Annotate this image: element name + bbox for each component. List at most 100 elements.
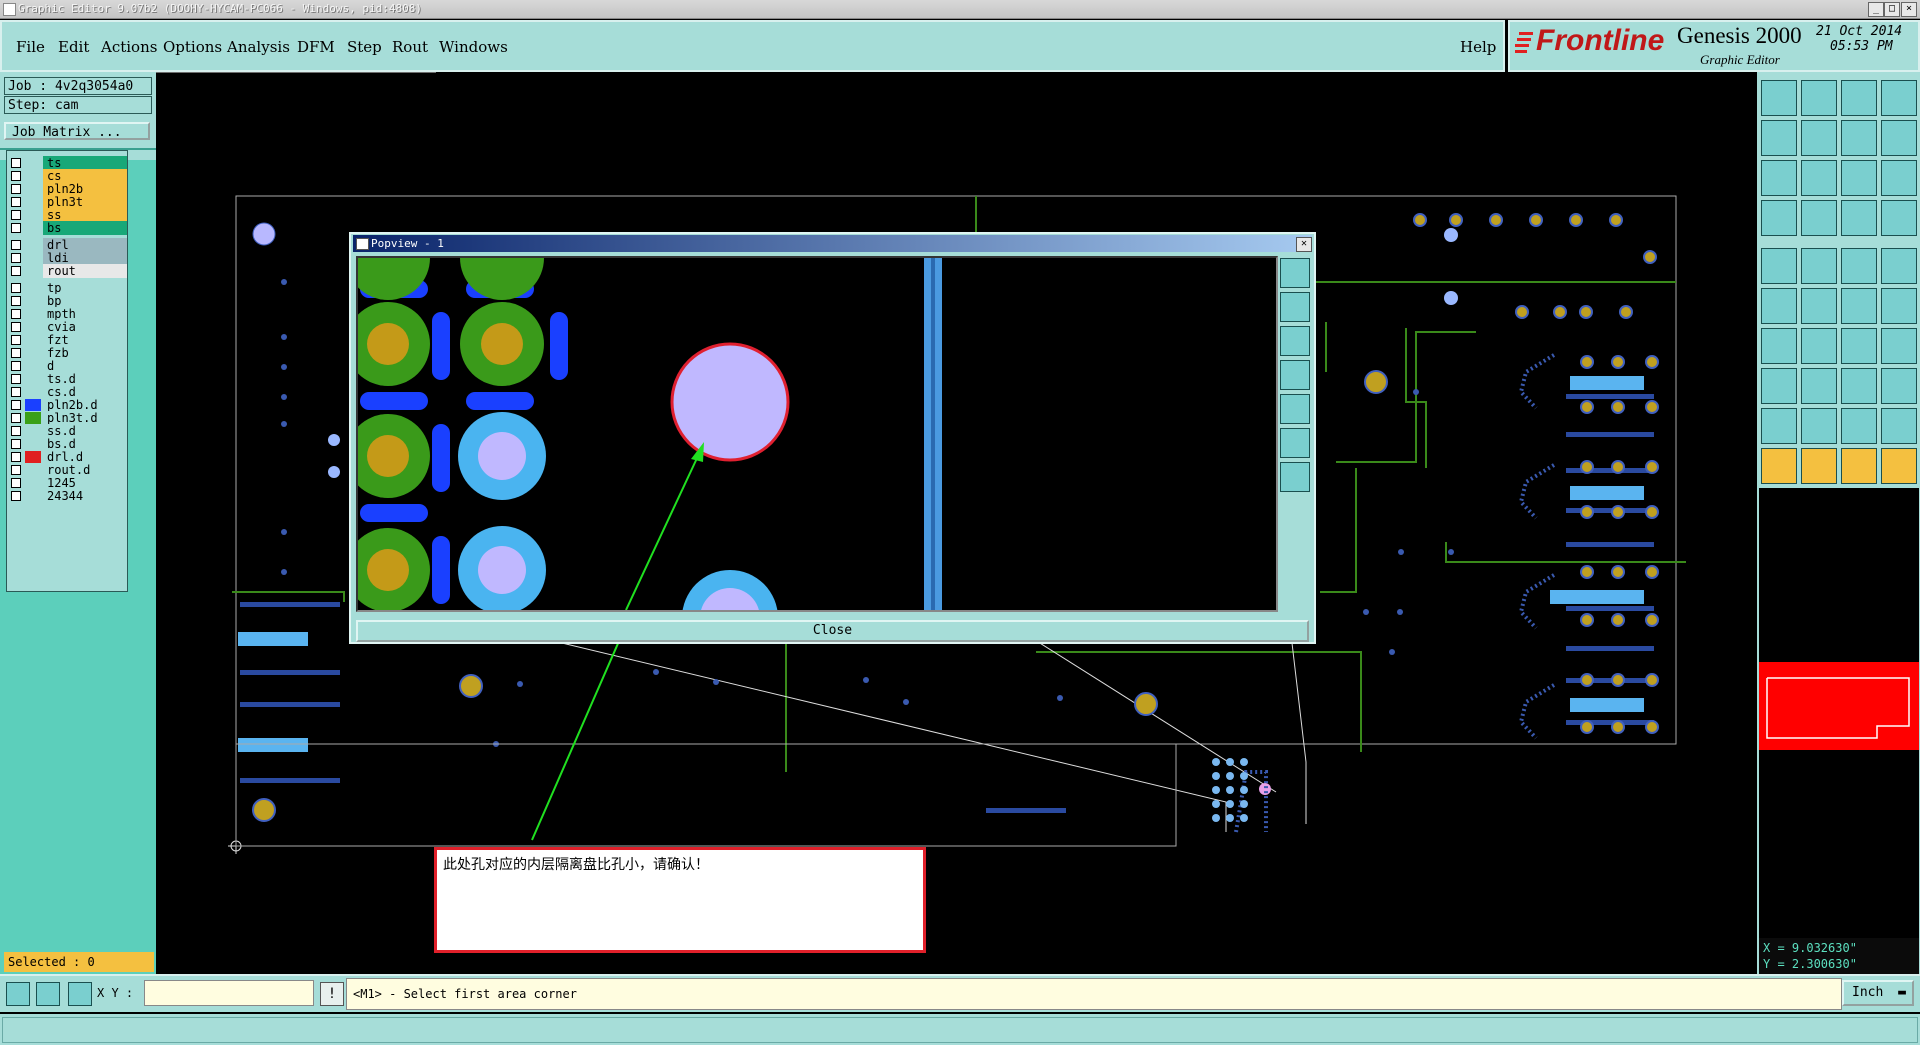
popview-tool-5[interactable] [1280, 394, 1310, 424]
home-icon[interactable] [1841, 80, 1877, 116]
popview-tool-1[interactable] [1280, 258, 1310, 288]
layer-checkbox[interactable] [11, 322, 21, 332]
grid-icon[interactable] [1801, 200, 1837, 236]
fit-screen-icon[interactable] [1761, 160, 1797, 196]
layer-checkbox[interactable] [11, 210, 21, 220]
menu-file[interactable]: File [16, 38, 45, 56]
pan-icon[interactable] [1881, 120, 1917, 156]
layer-checkbox[interactable] [11, 253, 21, 263]
page-down-icon[interactable] [1801, 80, 1837, 116]
layer-checkbox[interactable] [11, 296, 21, 306]
layer-checkbox[interactable] [11, 309, 21, 319]
restore-button[interactable]: □ [1884, 2, 1900, 17]
units-selector[interactable]: Inch ▬ [1842, 980, 1914, 1006]
layer-checkbox[interactable] [11, 361, 21, 371]
tri-icon[interactable] [1761, 408, 1797, 444]
layer-checkbox[interactable] [11, 439, 21, 449]
bracket-icon[interactable] [1881, 328, 1917, 364]
slash-icon[interactable] [1761, 328, 1797, 364]
xy-input[interactable] [144, 980, 314, 1006]
layer-checkbox[interactable] [11, 452, 21, 462]
minimize-button[interactable]: _ [1868, 2, 1884, 17]
move-icon[interactable] [1761, 368, 1797, 404]
popview-close-icon[interactable]: ✕ [1296, 237, 1312, 252]
surface-icon[interactable] [1801, 248, 1837, 284]
layer-checkbox[interactable] [11, 171, 21, 181]
navigator-preview[interactable] [1759, 662, 1919, 750]
popview-tool-2[interactable] [1280, 292, 1310, 322]
line-red-icon[interactable] [1801, 328, 1837, 364]
pointer-icon[interactable] [1761, 448, 1797, 484]
popview-tool-7[interactable] [1280, 462, 1310, 492]
menu-analysis[interactable]: Analysis [227, 38, 290, 56]
layer-checkbox[interactable] [11, 240, 21, 250]
menu-options[interactable]: Options [163, 38, 222, 56]
job-matrix-button[interactable]: Job Matrix ... [4, 122, 150, 140]
popview-tool-6[interactable] [1280, 428, 1310, 458]
line-icon[interactable] [1841, 248, 1877, 284]
popview-tool-3[interactable] [1280, 326, 1310, 356]
layer-checkbox[interactable] [11, 387, 21, 397]
layer-checkbox[interactable] [11, 184, 21, 194]
layer-checkbox[interactable] [11, 374, 21, 384]
pointer3-icon[interactable] [1841, 448, 1877, 484]
cross-icon[interactable] [1801, 288, 1837, 324]
layer-checkbox[interactable] [11, 223, 21, 233]
zoom-fit-icon[interactable] [1841, 120, 1877, 156]
menu-step[interactable]: Step [347, 38, 382, 56]
split-view-icon[interactable] [1881, 80, 1917, 116]
layer-checkbox[interactable] [11, 400, 21, 410]
split-icon[interactable] [1841, 368, 1877, 404]
close-window-button[interactable]: × [1901, 2, 1917, 17]
layer-checkbox[interactable] [11, 197, 21, 207]
menu-edit[interactable]: Edit [58, 38, 89, 56]
a2-icon[interactable] [1841, 408, 1877, 444]
cut-icon[interactable] [1801, 368, 1837, 404]
layer-checkbox[interactable] [11, 426, 21, 436]
circle-icon[interactable] [1881, 248, 1917, 284]
grid-tool-icon[interactable] [68, 982, 92, 1006]
pointer4-icon[interactable] [1881, 448, 1917, 484]
page-up-icon[interactable] [1761, 80, 1797, 116]
menu-dfm[interactable]: DFM [297, 38, 335, 56]
menu-windows[interactable]: Windows [439, 38, 508, 56]
layer-checkbox[interactable] [11, 413, 21, 423]
help-icon[interactable] [1881, 160, 1917, 196]
menu-actions[interactable]: Actions [101, 38, 157, 56]
layer-row[interactable]: bs [7, 220, 127, 235]
a3-icon[interactable] [1881, 408, 1917, 444]
a-icon[interactable] [1801, 408, 1837, 444]
page-left-icon[interactable] [1761, 120, 1797, 156]
layer-checkbox[interactable] [11, 478, 21, 488]
layer-down-icon[interactable] [1881, 200, 1917, 236]
command-line[interactable] [0, 1014, 1920, 1045]
layer-checkbox[interactable] [11, 158, 21, 168]
page-right-icon[interactable] [1801, 120, 1837, 156]
popview-close-button[interactable]: Close [356, 620, 1309, 642]
diag-icon[interactable] [1881, 288, 1917, 324]
menu-rout[interactable]: Rout [392, 38, 428, 56]
info-icon[interactable]: ! [320, 982, 344, 1006]
pointer2-icon[interactable] [1801, 448, 1837, 484]
snap-icon[interactable] [1761, 200, 1797, 236]
scale-1to2-icon[interactable] [1841, 160, 1877, 196]
layer-checkbox[interactable] [11, 465, 21, 475]
select-tool-icon[interactable] [6, 982, 30, 1006]
layer-checkbox[interactable] [11, 266, 21, 276]
layer-up-icon[interactable] [1841, 200, 1877, 236]
center-view-icon[interactable] [1801, 160, 1837, 196]
copy-icon[interactable] [1881, 368, 1917, 404]
menu-help[interactable]: Help [1460, 38, 1496, 56]
layer-checkbox[interactable] [11, 491, 21, 501]
layer-row[interactable]: rout [7, 263, 127, 278]
zoom-tool-icon[interactable] [36, 982, 60, 1006]
pad-icon[interactable] [1761, 248, 1797, 284]
layer-checkbox[interactable] [11, 335, 21, 345]
layer-row[interactable]: 24344 [7, 488, 127, 503]
popview-canvas[interactable] [356, 256, 1278, 612]
arc-icon[interactable] [1841, 328, 1877, 364]
layer-checkbox[interactable] [11, 283, 21, 293]
layer-checkbox[interactable] [11, 348, 21, 358]
popview-tool-4[interactable] [1280, 360, 1310, 390]
net-icon[interactable] [1761, 288, 1797, 324]
